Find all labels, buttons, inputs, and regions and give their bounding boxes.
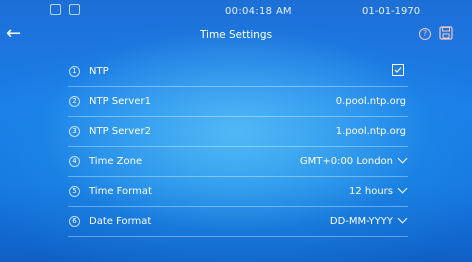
chevron-down-icon <box>397 213 408 224</box>
checkmark-icon <box>394 67 402 73</box>
title-bar: ← Time Settings ? <box>0 22 472 48</box>
page-title: Time Settings <box>199 29 273 41</box>
row-number-badge: 1 <box>69 66 80 77</box>
time-format-select[interactable]: 12 hours <box>348 183 408 197</box>
status-date: 01-01-1970 <box>362 6 421 17</box>
setting-label: Date Format <box>89 216 152 227</box>
chevron-down-icon <box>397 183 408 194</box>
status-icons <box>50 4 80 15</box>
setting-label: NTP <box>89 66 109 77</box>
setting-label: Time Format <box>89 186 152 197</box>
date-format-value: DD-MM-YYYY <box>329 216 393 227</box>
row-number-badge: 6 <box>69 216 80 227</box>
settings-list: 1 NTP 2 NTP Server1 0.pool.ntp.org 3 NTP… <box>68 63 408 243</box>
time-zone-select[interactable]: GMT+0:00 London <box>299 153 408 167</box>
setting-row-ntp-server2[interactable]: 3 NTP Server2 1.pool.ntp.org <box>68 123 408 147</box>
chevron-down-icon <box>397 153 408 164</box>
row-number-badge: 3 <box>69 126 80 137</box>
ntp-checkbox[interactable] <box>392 64 404 76</box>
status-ampm: AM <box>276 6 292 17</box>
date-format-select[interactable]: DD-MM-YYYY <box>329 213 408 227</box>
ntp-server1-field[interactable]: 0.pool.ntp.org <box>336 96 406 107</box>
status-bar: 00:04:18 AM 01-01-1970 <box>0 0 472 22</box>
setting-label: NTP Server1 <box>89 96 151 107</box>
setting-label: NTP Server2 <box>89 126 151 137</box>
ntp-server2-field[interactable]: 1.pool.ntp.org <box>336 126 406 137</box>
help-icon[interactable]: ? <box>419 28 431 40</box>
row-number-badge: 4 <box>69 156 80 167</box>
setting-row-date-format[interactable]: 6 Date Format DD-MM-YYYY <box>68 213 408 237</box>
setting-row-ntp-server1[interactable]: 2 NTP Server1 0.pool.ntp.org <box>68 93 408 117</box>
shield-icon <box>69 4 80 15</box>
setting-row-time-format[interactable]: 5 Time Format 12 hours <box>68 183 408 207</box>
network-icon <box>50 4 61 15</box>
save-icon[interactable] <box>439 26 453 40</box>
setting-row-ntp[interactable]: 1 NTP <box>68 63 408 87</box>
time-zone-value: GMT+0:00 London <box>299 156 393 167</box>
time-format-value: 12 hours <box>348 186 393 197</box>
setting-label: Time Zone <box>89 156 143 167</box>
row-number-badge: 5 <box>69 186 80 197</box>
setting-row-time-zone[interactable]: 4 Time Zone GMT+0:00 London <box>68 153 408 177</box>
row-number-badge: 2 <box>69 96 80 107</box>
status-time: 00:04:18 <box>225 6 273 17</box>
